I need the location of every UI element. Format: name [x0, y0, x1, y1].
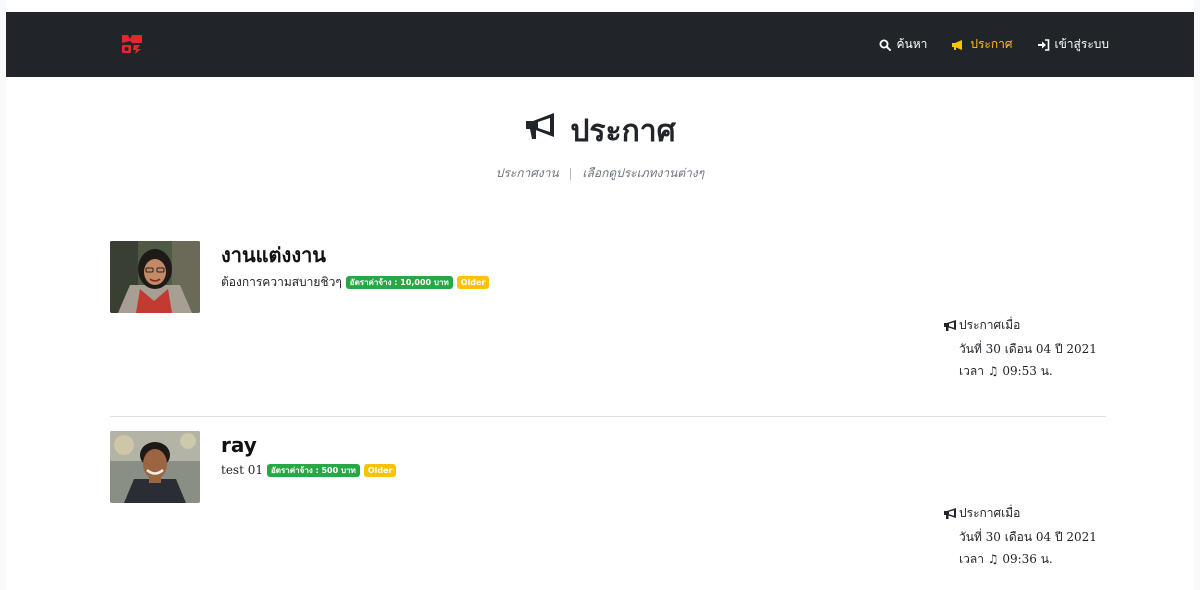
sign-in-icon [1037, 38, 1050, 51]
page-title: ประกาศ [524, 110, 676, 154]
nav-links: ค้นหา ประกาศ เข้าสู่ระบบ [879, 12, 1109, 77]
post-title[interactable]: งานแต่งงาน [221, 241, 489, 269]
page-frame-left [0, 0, 6, 590]
brand-logo-icon[interactable] [120, 33, 144, 55]
post-description-row: test 01 อัตราค่าจ้าง : 500 บาท Older [221, 463, 397, 477]
posted-at-label: ประกาศเมื่อ [959, 318, 1021, 332]
subtitle-separator: | [568, 166, 573, 180]
post-date: วันที่ 30 เดือน 04 ปี 2021 [959, 342, 1097, 356]
post-time: เวลา ♫ 09:53 น. [959, 364, 1053, 378]
subtitle-right: เลือกดูประเภทงานต่างๆ [582, 166, 705, 180]
wage-badge: อัตราค่าจ้าง : 10,000 บาท [345, 276, 453, 289]
status-badge: Older [363, 463, 397, 477]
posted-at-header: ประกาศเมื่อ [943, 316, 1097, 334]
post-time: เวลา ♫ 09:36 น. [959, 552, 1053, 566]
wage-badge: อัตราค่าจ้าง : 500 บาท [267, 463, 360, 477]
post-meta: ประกาศเมื่อ วันที่ 30 เดือน 04 ปี 2021 เ… [943, 316, 1097, 382]
post-avatar[interactable] [110, 431, 200, 503]
nav-link-search[interactable]: ค้นหา [879, 35, 927, 54]
navbar: ค้นหา ประกาศ เข้าสู่ระบบ [6, 12, 1194, 77]
megaphone-icon [943, 319, 959, 334]
nav-link-announcements-label: ประกาศ [970, 37, 1013, 51]
post-body: ray test 01 อัตราค่าจ้าง : 500 บาท Older [221, 431, 397, 477]
nav-link-login-label: เข้าสู่ระบบ [1054, 37, 1110, 51]
posted-at-header: ประกาศเมื่อ [943, 504, 1097, 522]
post-description: ต้องการความสบายชิวๆ [221, 275, 342, 289]
post-title[interactable]: ray [221, 431, 396, 459]
status-badge: Older [456, 276, 490, 289]
page-frame-right [1194, 0, 1200, 590]
post-item: งานแต่งงาน ต้องการความสบายชิวๆ อัตราค่าจ… [110, 241, 1106, 417]
megaphone-icon [943, 507, 959, 522]
subtitle-left: ประกาศงาน [495, 166, 559, 180]
post-date: วันที่ 30 เดือน 04 ปี 2021 [959, 530, 1097, 544]
post-item: ray test 01 อัตราค่าจ้าง : 500 บาท Older… [110, 431, 1106, 581]
megaphone-icon [951, 39, 965, 51]
post-description: test 01 [221, 463, 263, 477]
page-title-text: ประกาศ [570, 114, 676, 149]
post-avatar[interactable] [110, 241, 200, 313]
nav-link-search-label: ค้นหา [896, 37, 928, 51]
nav-link-announcements[interactable]: ประกาศ [951, 35, 1013, 54]
page-subtitle: ประกาศงาน | เลือกดูประเภทงานต่างๆ [6, 164, 1194, 183]
page-header: ประกาศ ประกาศงาน | เลือกดูประเภทงานต่างๆ [6, 110, 1194, 183]
posted-at-label: ประกาศเมื่อ [959, 506, 1021, 520]
post-meta: ประกาศเมื่อ วันที่ 30 เดือน 04 ปี 2021 เ… [943, 504, 1097, 570]
nav-link-login[interactable]: เข้าสู่ระบบ [1037, 35, 1110, 54]
post-body: งานแต่งงาน ต้องการความสบายชิวๆ อัตราค่าจ… [221, 241, 490, 292]
search-icon [879, 39, 892, 51]
megaphone-icon [524, 110, 560, 154]
post-description-row: ต้องการความสบายชิวๆ อัตราค่าจ้าง : 10,00… [221, 273, 490, 292]
